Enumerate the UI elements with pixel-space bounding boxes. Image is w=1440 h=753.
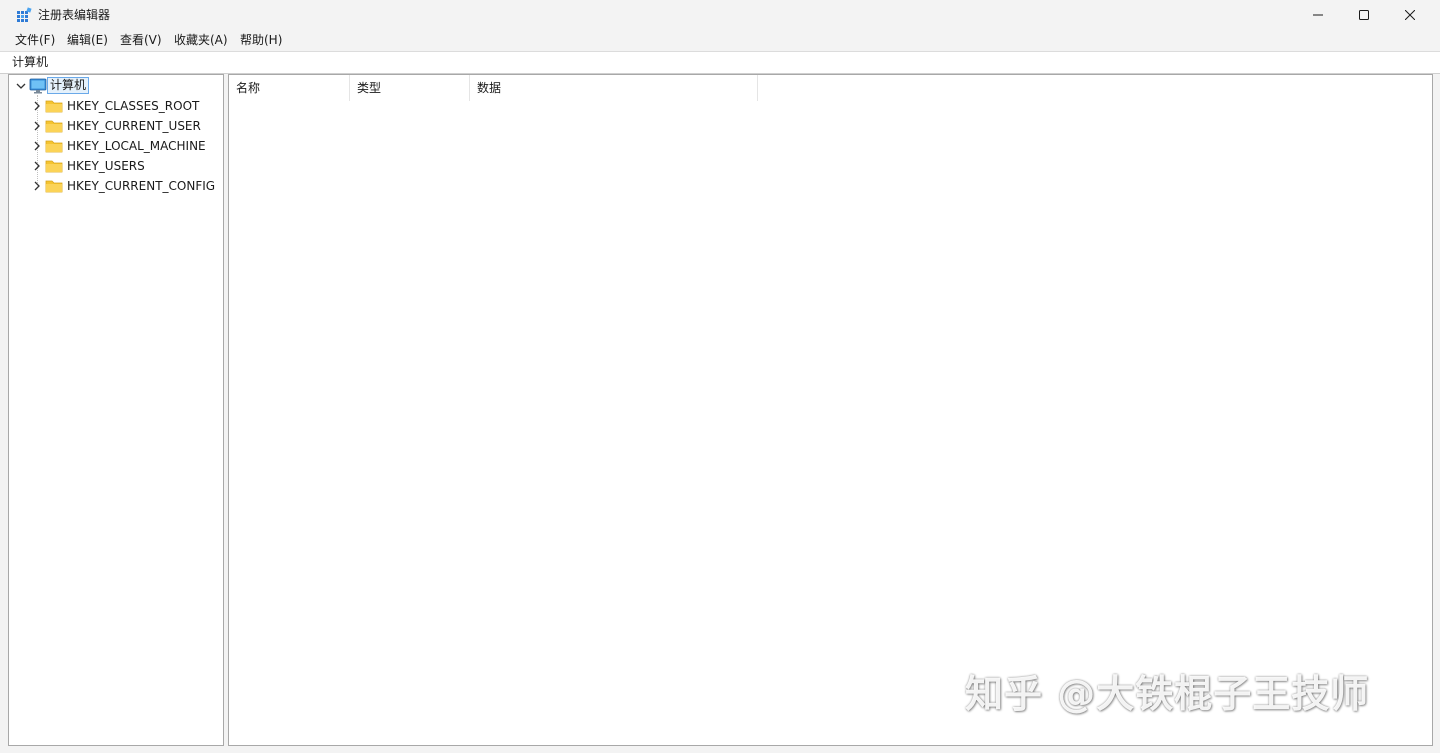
menu-help[interactable]: 帮助(H) — [240, 32, 282, 48]
folder-icon — [45, 140, 63, 153]
minimize-button[interactable] — [1295, 0, 1341, 30]
computer-icon — [29, 78, 47, 94]
close-icon — [1405, 10, 1415, 20]
tree-node-label[interactable]: HKEY_CURRENT_USER — [67, 118, 201, 134]
chevron-right-icon[interactable] — [32, 121, 42, 131]
menu-view[interactable]: 查看(V) — [120, 32, 162, 48]
address-bar[interactable]: 计算机 — [0, 51, 1440, 74]
tree-node-hkey[interactable]: HKEY_CURRENT_USER — [9, 116, 221, 136]
chevron-right-icon[interactable] — [32, 101, 42, 111]
tree-node-hkey[interactable]: HKEY_LOCAL_MACHINE — [9, 136, 221, 156]
folder-icon — [45, 120, 63, 133]
column-header-name[interactable]: 名称 — [229, 75, 350, 101]
column-header-type[interactable]: 类型 — [350, 75, 470, 101]
chevron-right-icon[interactable] — [32, 141, 42, 151]
column-header-data[interactable]: 数据 — [470, 75, 758, 101]
minimize-icon — [1313, 14, 1323, 16]
tree-node-label[interactable]: HKEY_LOCAL_MACHINE — [67, 138, 206, 154]
tree-node-label[interactable]: 计算机 — [47, 77, 90, 94]
column-header-label: 名称 — [236, 81, 261, 95]
folder-icon — [45, 100, 63, 113]
tree-node-label[interactable]: HKEY_CLASSES_ROOT — [67, 98, 199, 114]
maximize-button[interactable] — [1341, 0, 1387, 30]
maximize-icon — [1359, 10, 1369, 20]
chevron-down-icon[interactable] — [16, 81, 26, 91]
registry-editor-app-icon — [17, 7, 32, 22]
tree-node-label[interactable]: HKEY_CURRENT_CONFIG — [67, 178, 215, 194]
tree-node-hkey[interactable]: HKEY_CURRENT_CONFIG — [9, 176, 221, 196]
column-header-label: 类型 — [357, 81, 382, 95]
menu-bar: 文件(F) 编辑(E) 查看(V) 收藏夹(A) 帮助(H) — [0, 30, 1440, 50]
watermark: 知乎 @大铁棍子王技师 — [965, 672, 1370, 716]
chevron-right-icon[interactable] — [32, 181, 42, 191]
chevron-right-icon[interactable] — [32, 161, 42, 171]
title-bar[interactable]: 注册表编辑器 — [0, 0, 1440, 30]
folder-icon — [45, 180, 63, 193]
menu-file[interactable]: 文件(F) — [15, 32, 55, 48]
tree-node-hkey[interactable]: HKEY_CLASSES_ROOT — [9, 96, 221, 116]
value-list-pane[interactable]: 名称 类型 数据 — [228, 74, 1433, 746]
menu-favorites[interactable]: 收藏夹(A) — [174, 32, 228, 48]
menu-edit[interactable]: 编辑(E) — [67, 32, 108, 48]
address-path[interactable]: 计算机 — [12, 55, 48, 70]
tree-node-computer[interactable]: 计算机 — [9, 76, 221, 96]
registry-editor-window: 注册表编辑器 文件(F) 编辑(E) 查看(V) 收藏夹(A) 帮助(H) 计算… — [0, 0, 1440, 753]
tree-node-label[interactable]: HKEY_USERS — [67, 158, 145, 174]
folder-icon — [45, 160, 63, 173]
tree-node-hkey[interactable]: HKEY_USERS — [9, 156, 221, 176]
key-tree-pane[interactable]: 计算机 HKEY_CLASSES_ROOT HKEY_CURRENT_USER — [8, 74, 224, 746]
column-header-label: 数据 — [477, 81, 502, 95]
close-button[interactable] — [1387, 0, 1433, 30]
window-title: 注册表编辑器 — [38, 8, 111, 22]
